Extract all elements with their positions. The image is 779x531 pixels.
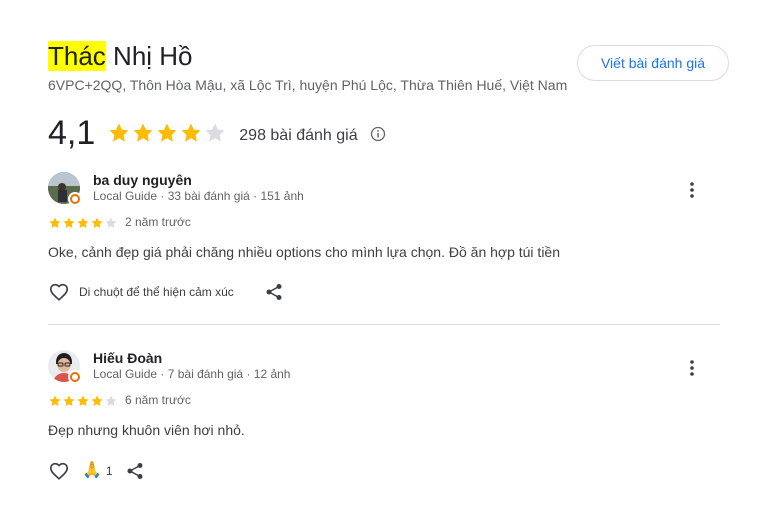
share-icon[interactable] <box>126 462 144 480</box>
star-icon <box>49 217 61 229</box>
share-icon[interactable] <box>265 283 283 301</box>
star-icon <box>91 395 103 407</box>
more-vert-icon[interactable] <box>680 356 704 380</box>
star-icon <box>91 217 103 229</box>
star-icon <box>205 123 225 142</box>
star-icon <box>105 395 117 407</box>
pray-reaction-icon[interactable]: 🙏 <box>82 461 102 481</box>
local-guide-badge-icon <box>68 370 82 384</box>
reaction-hint: Di chuột để thể hiện cảm xúc <box>79 285 234 299</box>
review-time: 2 năm trước <box>125 215 191 229</box>
review-item: Hiếu Đoàn Local Guide · 7 bài đánh giá ·… <box>48 350 720 490</box>
star-icon <box>63 395 75 407</box>
write-review-button[interactable]: Viết bài đánh giá <box>577 45 729 81</box>
heart-icon[interactable] <box>48 281 70 303</box>
info-icon[interactable] <box>370 126 386 142</box>
review-time: 6 năm trước <box>125 393 191 407</box>
star-icon <box>77 395 89 407</box>
star-icon <box>77 217 89 229</box>
star-icon <box>109 123 129 142</box>
review-divider <box>48 324 720 325</box>
review-stars <box>48 394 118 408</box>
star-icon <box>49 395 61 407</box>
star-icon <box>181 123 201 142</box>
star-icon <box>105 217 117 229</box>
place-title-rest: Nhị Hồ <box>105 41 193 71</box>
star-icon <box>63 217 75 229</box>
reviewer-meta: Local Guide · 7 bài đánh giá · 12 ảnh <box>93 367 291 381</box>
reviewer-name[interactable]: ba duy nguyên <box>93 172 192 188</box>
review-stars <box>48 216 118 230</box>
rating-value: 4,1 <box>48 114 96 152</box>
star-icon <box>133 123 153 142</box>
place-address: 6VPC+2QQ, Thôn Hòa Mậu, xã Lộc Trì, huyệ… <box>48 77 568 93</box>
star-icon <box>157 123 177 142</box>
more-vert-icon[interactable] <box>680 178 704 202</box>
place-title-highlight: Thác <box>48 41 106 71</box>
review-text: Oke, cảnh đẹp giá phải chăng nhiều optio… <box>48 244 561 260</box>
reaction-count: 1 <box>105 464 113 478</box>
rating-summary: 4,1 298 bài đánh giá <box>48 113 386 153</box>
reviewer-name[interactable]: Hiếu Đoàn <box>93 350 162 366</box>
review-item: ba duy nguyên Local Guide · 33 bài đánh … <box>48 172 720 312</box>
review-text: Đẹp nhưng khuôn viên hơi nhỏ. <box>48 422 245 438</box>
place-title: Thác Nhị Hồ <box>48 40 193 72</box>
reviewer-meta: Local Guide · 33 bài đánh giá · 151 ảnh <box>93 189 304 203</box>
rating-stars <box>107 121 227 145</box>
local-guide-badge-icon <box>68 192 82 206</box>
review-actions: Di chuột để thể hiện cảm xúc <box>48 281 283 303</box>
review-actions: 🙏 1 <box>48 460 144 482</box>
heart-icon[interactable] <box>48 460 70 482</box>
review-count[interactable]: 298 bài đánh giá <box>239 127 357 145</box>
